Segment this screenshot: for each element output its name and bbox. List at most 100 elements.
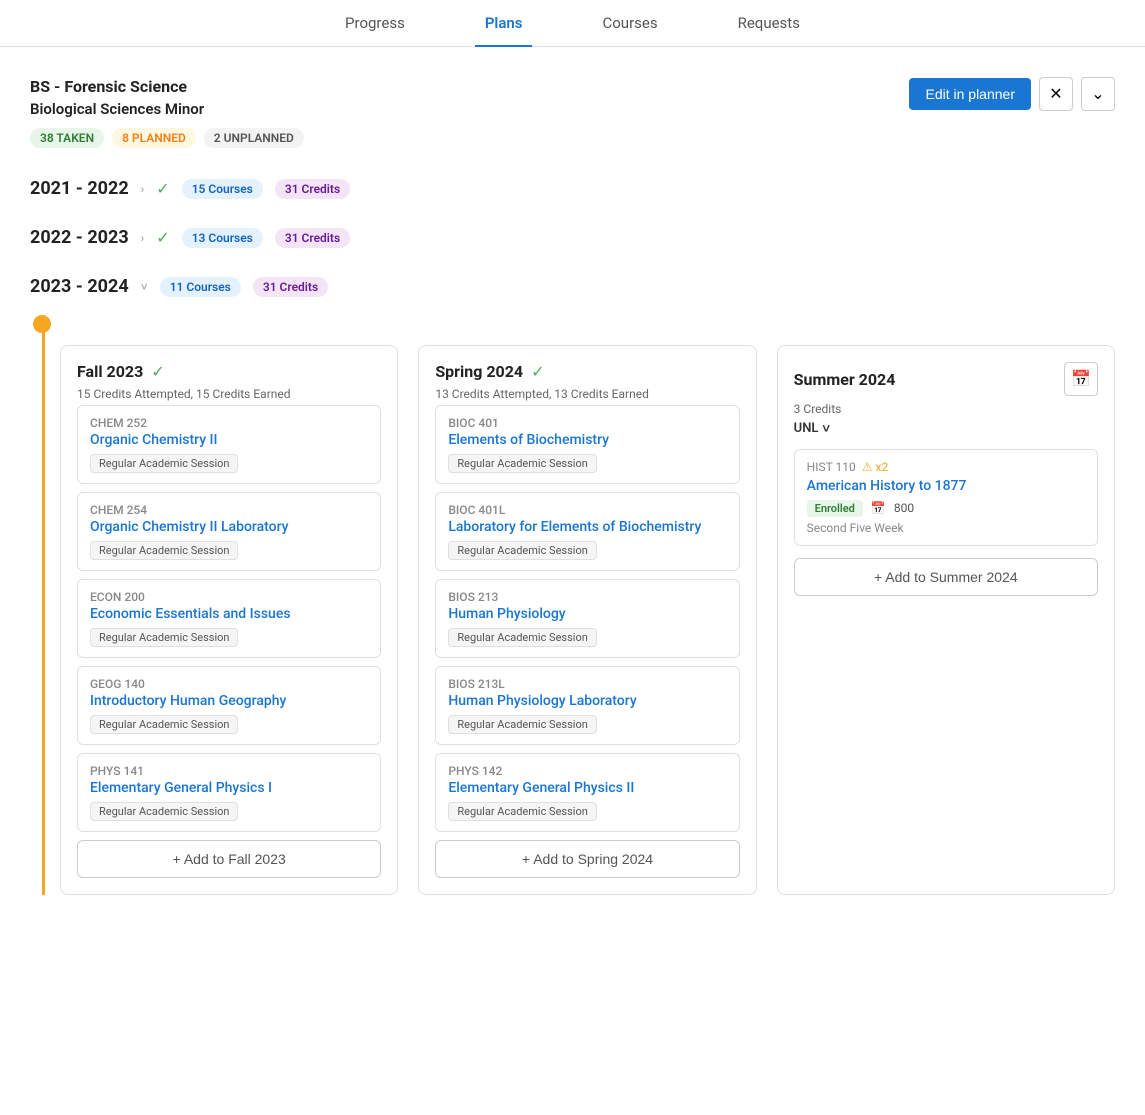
session-geog140: Regular Academic Session	[90, 715, 238, 734]
course-card-chem254: CHEM 254 Organic Chemistry II Laboratory…	[77, 492, 381, 571]
credits-badge-2021: 31 Credits	[275, 179, 350, 199]
taken-badge: 38 TAKEN	[30, 128, 104, 148]
session-econ200: Regular Academic Session	[90, 628, 238, 647]
timeline-container: Fall 2023 ✓ 15 Credits Attempted, 15 Cre…	[0, 315, 1145, 895]
year-label-2022: 2022 - 2023	[30, 227, 129, 248]
top-navigation: Progress Plans Courses Requests	[0, 0, 1145, 47]
year-row-2021[interactable]: 2021 - 2022 › ✓ 15 Courses 31 Credits	[30, 168, 1115, 209]
session-chem252: Regular Academic Session	[90, 454, 238, 473]
course-code-econ200: ECON 200	[90, 590, 368, 604]
degree-title: BS - Forensic Science	[30, 77, 304, 96]
add-to-summer2024-button[interactable]: + Add to Summer 2024	[794, 558, 1098, 596]
course-name-chem252[interactable]: Organic Chemistry II	[90, 432, 368, 448]
courses-badge-2022: 13 Courses	[182, 228, 263, 248]
chevron-icon-2022: ›	[141, 231, 145, 245]
course-code-chem254: CHEM 254	[90, 503, 368, 517]
session-chem254: Regular Academic Session	[90, 541, 238, 560]
warning-icon: ⚠ x2	[862, 460, 888, 474]
spring2024-header: Spring 2024 ✓	[435, 362, 739, 381]
course-name-phys141[interactable]: Elementary General Physics I	[90, 780, 368, 796]
course-name-bios213[interactable]: Human Physiology	[448, 606, 726, 622]
semester-spring2024: Spring 2024 ✓ 13 Credits Attempted, 13 C…	[418, 345, 756, 895]
course-card-bioc401l: BIOC 401L Laboratory for Elements of Bio…	[435, 492, 739, 571]
tab-progress[interactable]: Progress	[335, 0, 415, 46]
spring2024-credits-info: 13 Credits Attempted, 13 Credits Earned	[435, 387, 739, 401]
check-icon-2022: ✓	[156, 228, 169, 247]
session-bioc401: Regular Academic Session	[448, 454, 596, 473]
calendar-icon-button[interactable]: 📅	[1064, 362, 1098, 396]
tab-courses[interactable]: Courses	[592, 0, 667, 46]
course-card-econ200: ECON 200 Economic Essentials and Issues …	[77, 579, 381, 658]
course-code-bios213: BIOS 213	[448, 590, 726, 604]
course-code-geog140: GEOG 140	[90, 677, 368, 691]
course-code-bioc401: BIOC 401	[448, 416, 726, 430]
capacity-text: 800	[894, 501, 914, 515]
fall2023-title: Fall 2023	[77, 362, 143, 381]
course-card-phys141: PHYS 141 Elementary General Physics I Re…	[77, 753, 381, 832]
add-to-spring2024-button[interactable]: + Add to Spring 2024	[435, 840, 739, 878]
unl-selector[interactable]: UNL ˅	[794, 421, 830, 437]
credits-badge-2023: 31 Credits	[253, 277, 328, 297]
session-phys142: Regular Academic Session	[448, 802, 596, 821]
year-2021-2022: 2021 - 2022 › ✓ 15 Courses 31 Credits	[0, 168, 1145, 209]
year-2023-2024: 2023 - 2024 ˅ 11 Courses 31 Credits	[0, 266, 1145, 307]
course-name-geog140[interactable]: Introductory Human Geography	[90, 693, 368, 709]
fall2023-credits-info: 15 Credits Attempted, 15 Credits Earned	[77, 387, 381, 401]
chevron-icon-2021: ›	[141, 182, 145, 196]
spring2024-check: ✓	[531, 362, 544, 381]
check-icon-2021: ✓	[156, 179, 169, 198]
year-row-2023[interactable]: 2023 - 2024 ˅ 11 Courses 31 Credits	[30, 266, 1115, 307]
session-bios213l: Regular Academic Session	[448, 715, 596, 734]
semester-summer2024: Summer 2024 📅 3 Credits UNL ˅ HIST 110 ⚠…	[777, 345, 1115, 895]
course-code-chem252: CHEM 252	[90, 416, 368, 430]
calendar-small-icon: 📅	[871, 501, 886, 515]
course-card-bios213: BIOS 213 Human Physiology Regular Academ…	[435, 579, 739, 658]
add-to-fall2023-button[interactable]: + Add to Fall 2023	[77, 840, 381, 878]
course-card-chem252: CHEM 252 Organic Chemistry II Regular Ac…	[77, 405, 381, 484]
tab-requests[interactable]: Requests	[728, 0, 810, 46]
plan-titles: BS - Forensic Science Biological Science…	[30, 77, 304, 148]
course-name-econ200[interactable]: Economic Essentials and Issues	[90, 606, 368, 622]
unl-label: UNL	[794, 421, 819, 436]
summer2024-header: Summer 2024 📅	[794, 362, 1098, 396]
five-week-session: Second Five Week	[807, 521, 1085, 535]
year-label-2021: 2021 - 2022	[30, 178, 129, 199]
session-phys141: Regular Academic Session	[90, 802, 238, 821]
expand-button[interactable]: ⌄	[1081, 77, 1115, 111]
course-name-phys142[interactable]: Elementary General Physics II	[448, 780, 726, 796]
course-name-bioc401l[interactable]: Laboratory for Elements of Biochemistry	[448, 519, 726, 535]
close-button[interactable]: ✕	[1039, 77, 1073, 111]
spring2024-title: Spring 2024	[435, 362, 523, 381]
hist110-code: HIST 110	[807, 460, 856, 474]
courses-badge-2021: 15 Courses	[182, 179, 263, 199]
summer2024-title: Summer 2024	[794, 370, 896, 389]
edit-in-planner-button[interactable]: Edit in planner	[909, 78, 1031, 110]
course-code-phys142: PHYS 142	[448, 764, 726, 778]
course-name-bioc401[interactable]: Elements of Biochemistry	[448, 432, 726, 448]
course-code-phys141: PHYS 141	[90, 764, 368, 778]
year-row-2022[interactable]: 2022 - 2023 › ✓ 13 Courses 31 Credits	[30, 217, 1115, 258]
course-code-bioc401l: BIOC 401L	[448, 503, 726, 517]
course-card-geog140: GEOG 140 Introductory Human Geography Re…	[77, 666, 381, 745]
unl-chevron-icon: ˅	[822, 421, 830, 437]
course-name-chem254[interactable]: Organic Chemistry II Laboratory	[90, 519, 368, 535]
hist110-badges: Enrolled 📅 800	[807, 500, 1085, 517]
tab-plans[interactable]: Plans	[475, 0, 533, 46]
courses-badge-2023: 11 Courses	[160, 277, 241, 297]
summer2024-credits-info: 3 Credits	[794, 402, 1098, 416]
course-card-bioc401: BIOC 401 Elements of Biochemistry Regula…	[435, 405, 739, 484]
chevron-icon-2023: ˅	[141, 280, 148, 294]
semesters-grid: Fall 2023 ✓ 15 Credits Attempted, 15 Cre…	[30, 315, 1115, 895]
fall2023-header: Fall 2023 ✓	[77, 362, 381, 381]
hist110-name[interactable]: American History to 1877	[807, 478, 1085, 494]
timeline-line	[42, 315, 45, 895]
planned-badge: 8 PLANNED	[112, 128, 196, 148]
course-code-bios213l: BIOS 213L	[448, 677, 726, 691]
plan-badges: 38 TAKEN 8 PLANNED 2 UNPLANNED	[30, 128, 304, 148]
year-2022-2023: 2022 - 2023 › ✓ 13 Courses 31 Credits	[0, 217, 1145, 258]
course-name-bios213l[interactable]: Human Physiology Laboratory	[448, 693, 726, 709]
semester-fall2023: Fall 2023 ✓ 15 Credits Attempted, 15 Cre…	[60, 345, 398, 895]
enrolled-status-badge: Enrolled	[807, 500, 863, 517]
plan-controls: Edit in planner ✕ ⌄	[909, 77, 1115, 111]
unplanned-badge: 2 UNPLANNED	[204, 128, 304, 148]
